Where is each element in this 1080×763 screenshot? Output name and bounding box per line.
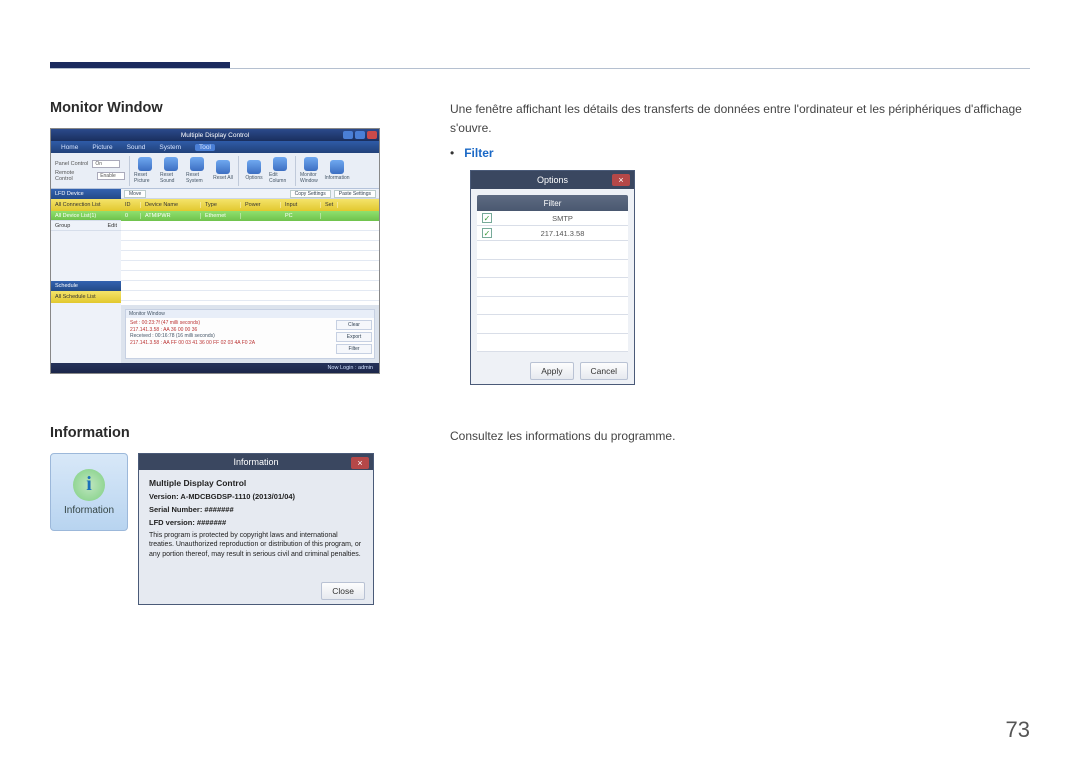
close-icon[interactable]: ×	[612, 174, 630, 186]
sidebar-all-schedule[interactable]: All Schedule List	[51, 291, 121, 303]
grid-data-row[interactable]: 0 ATMIPWR Ethernet PC	[121, 211, 379, 221]
information-tile[interactable]: i Information	[50, 453, 128, 531]
info-product-name: Multiple Display Control	[149, 478, 363, 488]
monitor-window-button[interactable]: Monitor Window	[300, 156, 322, 186]
monitor-window-panel-title: Monitor Window	[126, 310, 374, 318]
mdc-application-screenshot: Multiple Display Control Home Picture So…	[50, 128, 380, 374]
mdc-statusbar: Now Login : admin	[51, 363, 379, 373]
information-button[interactable]: Information	[326, 156, 348, 186]
options-dialog-title: Options	[537, 175, 568, 185]
options-dialog: Options × Filter ✓ SMTP ✓ 217.141.3.58	[470, 170, 635, 385]
sidebar: LFD Device All Connection List All Devic…	[51, 189, 121, 363]
menu-system[interactable]: System	[159, 144, 181, 151]
edit-column-button[interactable]: Edit Column	[269, 156, 291, 186]
mw-clear-button[interactable]: Clear	[336, 320, 372, 330]
checkbox-icon[interactable]: ✓	[482, 228, 492, 238]
mw-line4: 217.141.3.58 : AA FF 00 03 41 36 00 FF 0…	[130, 340, 330, 347]
reset-picture-button[interactable]: Reset Picture	[134, 156, 156, 186]
information-dialog-title: Information	[233, 457, 278, 467]
maximize-icon[interactable]	[355, 131, 365, 139]
filter-column-header: Filter	[477, 195, 628, 211]
filter-row-ip[interactable]: ✓ 217.141.3.58	[477, 226, 628, 241]
panel-control-label: Panel Control	[55, 161, 88, 167]
grid-header-row: ID Device Name Type Power Input Set	[121, 199, 379, 211]
close-icon[interactable]: ×	[351, 457, 369, 469]
monitor-window-description: Une fenêtre affichant les détails des tr…	[450, 100, 1030, 138]
information-dialog-titlebar: Information ×	[139, 454, 373, 470]
paste-settings-button[interactable]: Paste Settings	[334, 190, 376, 198]
bullet-icon: •	[450, 146, 454, 160]
filter-link[interactable]: Filter	[464, 146, 493, 160]
apply-button[interactable]: Apply	[530, 362, 573, 380]
minimize-icon[interactable]	[343, 131, 353, 139]
info-icon: i	[73, 469, 105, 501]
info-version: Version: A-MDCBGDSP-1110 (2013/01/04)	[149, 492, 363, 501]
header-divider	[50, 68, 1030, 69]
cancel-button[interactable]: Cancel	[580, 362, 628, 380]
close-icon[interactable]	[367, 131, 377, 139]
sidebar-group[interactable]: Group Edit	[51, 221, 121, 231]
menu-home[interactable]: Home	[61, 144, 78, 151]
sidebar-edit[interactable]: Edit	[108, 223, 117, 229]
mdc-toolbar: Panel Control On Remote Control Enable R…	[51, 153, 379, 189]
options-button[interactable]: Options	[243, 156, 265, 186]
menu-sound[interactable]: Sound	[127, 144, 146, 151]
page-number: 73	[1006, 717, 1030, 743]
mdc-titlebar: Multiple Display Control	[51, 129, 379, 141]
remote-control-label: Remote Control	[55, 170, 93, 182]
sidebar-schedule-header[interactable]: Schedule	[51, 281, 121, 291]
panel-control-select[interactable]: On	[92, 160, 120, 168]
information-description: Consultez les informations du programme.	[450, 427, 1030, 446]
remote-control-select[interactable]: Enable	[97, 172, 125, 180]
sidebar-all-connection[interactable]: All Connection List	[51, 199, 121, 211]
monitor-window-panel: Monitor Window Set : 00:23:7f (47 milli …	[125, 309, 375, 359]
mdc-main-menu: Home Picture Sound System Tool	[51, 141, 379, 153]
menu-picture[interactable]: Picture	[92, 144, 112, 151]
mw-export-button[interactable]: Export	[336, 332, 372, 342]
sidebar-all-device-list[interactable]: All Device List(1)	[51, 211, 121, 221]
filter-row-smtp[interactable]: ✓ SMTP	[477, 211, 628, 226]
monitor-window-heading: Monitor Window	[50, 100, 380, 116]
options-dialog-titlebar: Options ×	[471, 171, 634, 189]
info-lfd-version: LFD version: #######	[149, 518, 363, 527]
info-copyright-note: This program is protected by copyright l…	[149, 531, 363, 558]
reset-sound-button[interactable]: Reset Sound	[160, 156, 182, 186]
close-button[interactable]: Close	[321, 582, 365, 600]
reset-all-button[interactable]: Reset All	[212, 156, 234, 186]
copy-settings-button[interactable]: Copy Settings	[290, 190, 331, 198]
information-dialog: Information × Multiple Display Control V…	[138, 453, 374, 605]
move-button[interactable]: Move	[124, 190, 146, 198]
information-tile-label: Information	[64, 505, 114, 516]
sidebar-lfd-header[interactable]: LFD Device	[51, 189, 121, 199]
mw-filter-button[interactable]: Filter	[336, 344, 372, 354]
checkbox-icon[interactable]: ✓	[482, 213, 492, 223]
mdc-title-text: Multiple Display Control	[181, 132, 249, 139]
menu-tool[interactable]: Tool	[195, 144, 215, 151]
reset-system-button[interactable]: Reset System	[186, 156, 208, 186]
information-heading: Information	[50, 425, 380, 441]
info-serial: Serial Number: #######	[149, 505, 363, 514]
